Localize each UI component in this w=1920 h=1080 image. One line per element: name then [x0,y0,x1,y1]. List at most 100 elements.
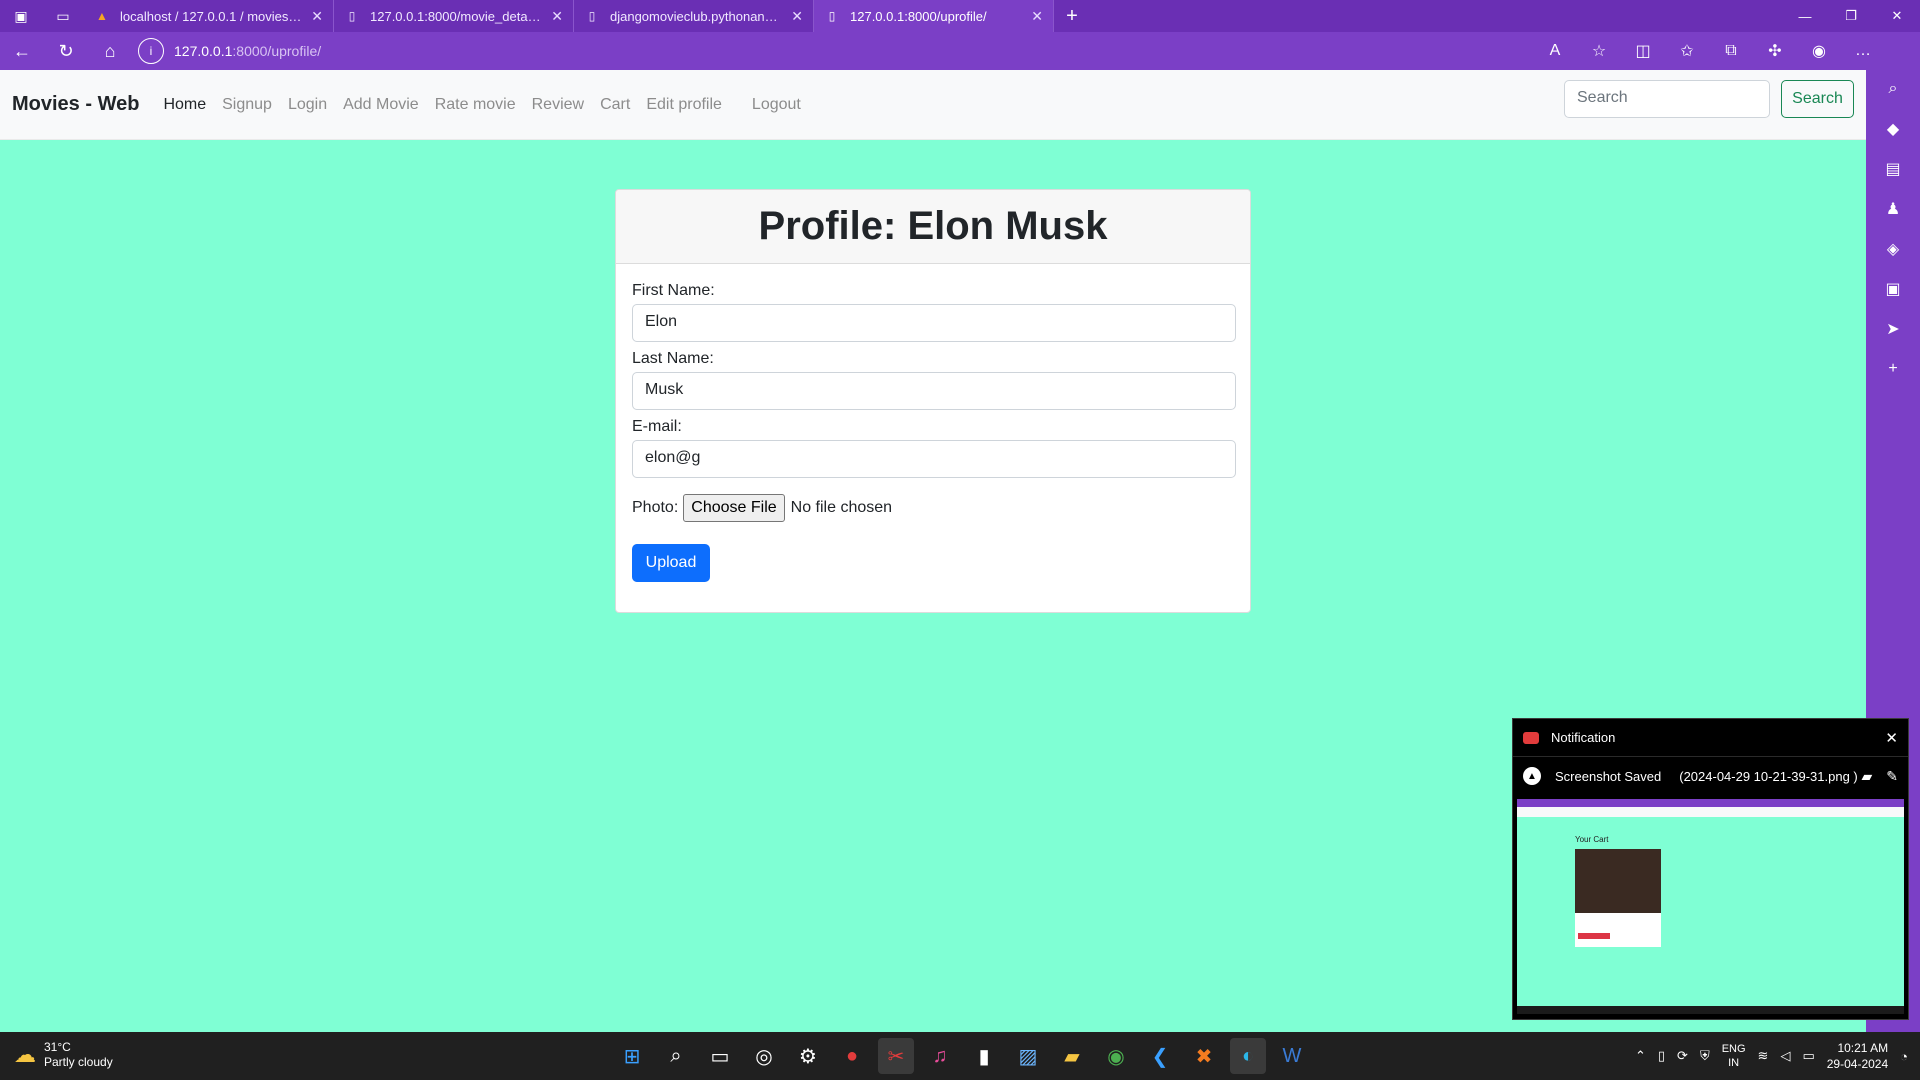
music-icon[interactable]: ♫ [922,1038,958,1074]
profile-avatar-icon[interactable]: ◉ [1802,36,1836,66]
weather-widget[interactable]: ☁ 31°C Partly cloudy [14,1040,113,1070]
windows-start-icon[interactable]: ⊞ [614,1038,650,1074]
nav-add-movie[interactable]: Add Movie [343,96,419,114]
split-screen-icon[interactable]: ◫ [1626,36,1660,66]
read-aloud-icon[interactable]: A [1538,36,1572,66]
tab-phpmyadmin[interactable]: ▲ localhost / 127.0.0.1 / movies_db ✕ [84,0,334,32]
screenshot-thumbnail[interactable]: Your Cart [1517,799,1904,1014]
close-window-icon[interactable]: ✕ [1874,0,1920,32]
upload-button[interactable]: Upload [632,544,710,582]
camera-icon[interactable]: ◎ [746,1038,782,1074]
send-icon[interactable]: ➤ [1879,316,1907,342]
add-icon[interactable]: + [1879,356,1907,382]
clock[interactable]: 10:21 AM 29-04-2024 [1827,1040,1888,1072]
page-icon: ▯ [828,9,836,23]
first-name-field[interactable]: Elon [632,304,1236,342]
notification-header: Notification ✕ [1513,719,1908,757]
nav-review[interactable]: Review [532,96,584,114]
temperature: 31°C [44,1040,71,1054]
tab-pythonanywhere[interactable]: ▯ djangomovieclub.pythonanywhere ✕ [574,0,814,32]
shopping-tag-icon[interactable]: ◆ [1879,116,1907,142]
minimize-icon[interactable]: — [1782,0,1828,32]
outlook-icon[interactable]: ▣ [1879,276,1907,302]
url-host: 127.0.0.1 [174,43,233,59]
tab-movie-details[interactable]: ▯ 127.0.0.1:8000/movie_details/ ✕ [334,0,574,32]
nav-login[interactable]: Login [288,96,327,114]
nav-logout[interactable]: Logout [752,96,801,114]
terminal-icon[interactable]: ▮ [966,1038,1002,1074]
brand-logo[interactable]: Movies - Web [12,93,139,116]
nav-edit-profile[interactable]: Edit profile [646,96,722,114]
notification-bell-icon[interactable]: ◔ [1900,1049,1908,1064]
edge-icon[interactable]: ◐ [1230,1038,1266,1074]
settings-gear-icon[interactable]: ⚙ [790,1038,826,1074]
close-icon[interactable]: ✕ [311,8,323,25]
thumbnail-cart-label: Your Cart [1575,835,1609,844]
home-icon[interactable]: ⌂ [88,32,132,70]
photos-icon[interactable]: ▨ [1010,1038,1046,1074]
close-icon[interactable]: ✕ [551,8,563,25]
chrome-icon[interactable]: ◉ [1098,1038,1134,1074]
restore-icon[interactable]: ❐ [1828,0,1874,32]
wifi-icon[interactable]: ≋ [1758,1048,1769,1064]
email-label: E-mail: [632,418,682,435]
page-icon: ▯ [348,9,356,23]
chevron-up-icon[interactable]: ⌃ [1635,1048,1646,1064]
search-icon[interactable]: ⌕ [658,1038,694,1074]
favorite-star-icon[interactable]: ☆ [1582,36,1616,66]
sync-icon[interactable]: ⟳ [1677,1048,1688,1064]
page-icon: ▯ [588,9,596,23]
xampp-icon[interactable]: ✖ [1186,1038,1222,1074]
nav-home[interactable]: Home [163,96,206,114]
tools-briefcase-icon[interactable]: ▤ [1879,156,1907,182]
site-info-icon[interactable]: i [138,38,164,64]
workspaces-icon[interactable]: ▣ [0,0,42,32]
email-field[interactable]: elon@g [632,440,1236,478]
search-input[interactable]: Search [1564,80,1770,118]
word-icon[interactable]: W [1274,1038,1310,1074]
chevron-up-icon[interactable]: ▲ [1523,767,1541,785]
file-explorer-icon[interactable]: ▰ [1054,1038,1090,1074]
last-name-label: Last Name: [632,350,714,367]
games-icon[interactable]: ♟ [1879,196,1907,222]
tab-actions-icon[interactable]: ▭ [42,0,84,32]
search-button[interactable]: Search [1781,80,1854,118]
first-name-label: First Name: [632,282,715,299]
defender-icon[interactable]: ⛨ [1700,1048,1710,1064]
site-navbar: Movies - Web Home Signup Login Add Movie… [0,70,1866,140]
notification-title: Notification [1551,730,1616,745]
tablet-icon[interactable]: ▯ [1658,1048,1665,1064]
browser-tab-strip: ▣ ▭ ▲ localhost / 127.0.0.1 / movies_db … [0,0,1920,32]
collections-icon[interactable]: ⧉ [1714,36,1748,66]
close-icon[interactable]: ✕ [1885,729,1898,747]
tab-uprofile[interactable]: ▯ 127.0.0.1:8000/uprofile/ ✕ [814,0,1054,32]
nav-rate-movie[interactable]: Rate movie [435,96,516,114]
back-icon[interactable]: ← [0,32,44,70]
copilot-icon[interactable]: ◈ [1879,236,1907,262]
window-controls: — ❐ ✕ [1782,0,1920,32]
tab-title: 127.0.0.1:8000/uprofile/ [850,8,987,24]
last-name-field[interactable]: Musk [632,372,1236,410]
more-menu-icon[interactable]: … [1846,36,1880,66]
edit-pencil-icon[interactable]: ✎ [1886,768,1898,785]
vscode-icon[interactable]: ❮ [1142,1038,1178,1074]
thumbnail-remove-button [1578,933,1610,939]
nav-signup[interactable]: Signup [222,96,272,114]
search-icon[interactable]: ⌕ [1879,76,1907,102]
refresh-icon[interactable]: ↻ [44,32,88,70]
snipping-tool-icon[interactable]: ✂ [878,1038,914,1074]
close-icon[interactable]: ✕ [1031,8,1043,25]
nav-cart[interactable]: Cart [600,96,630,114]
choose-file-button[interactable]: Choose File [683,494,785,522]
task-view-icon[interactable]: ▭ [702,1038,738,1074]
folder-icon[interactable]: ▰ [1861,768,1872,785]
close-icon[interactable]: ✕ [791,8,803,25]
new-tab-button[interactable]: + [1054,0,1090,32]
address-bar[interactable]: i 127.0.0.1:8000/uprofile/ [138,36,1478,66]
favorites-icon[interactable]: ✩ [1670,36,1704,66]
volume-icon[interactable]: ◁ [1780,1048,1790,1064]
extensions-icon[interactable]: ✣ [1758,36,1792,66]
battery-icon[interactable]: ▭ [1802,1048,1814,1064]
language-indicator[interactable]: ENG IN [1722,1042,1746,1070]
screen-recorder-icon[interactable]: ● [834,1038,870,1074]
